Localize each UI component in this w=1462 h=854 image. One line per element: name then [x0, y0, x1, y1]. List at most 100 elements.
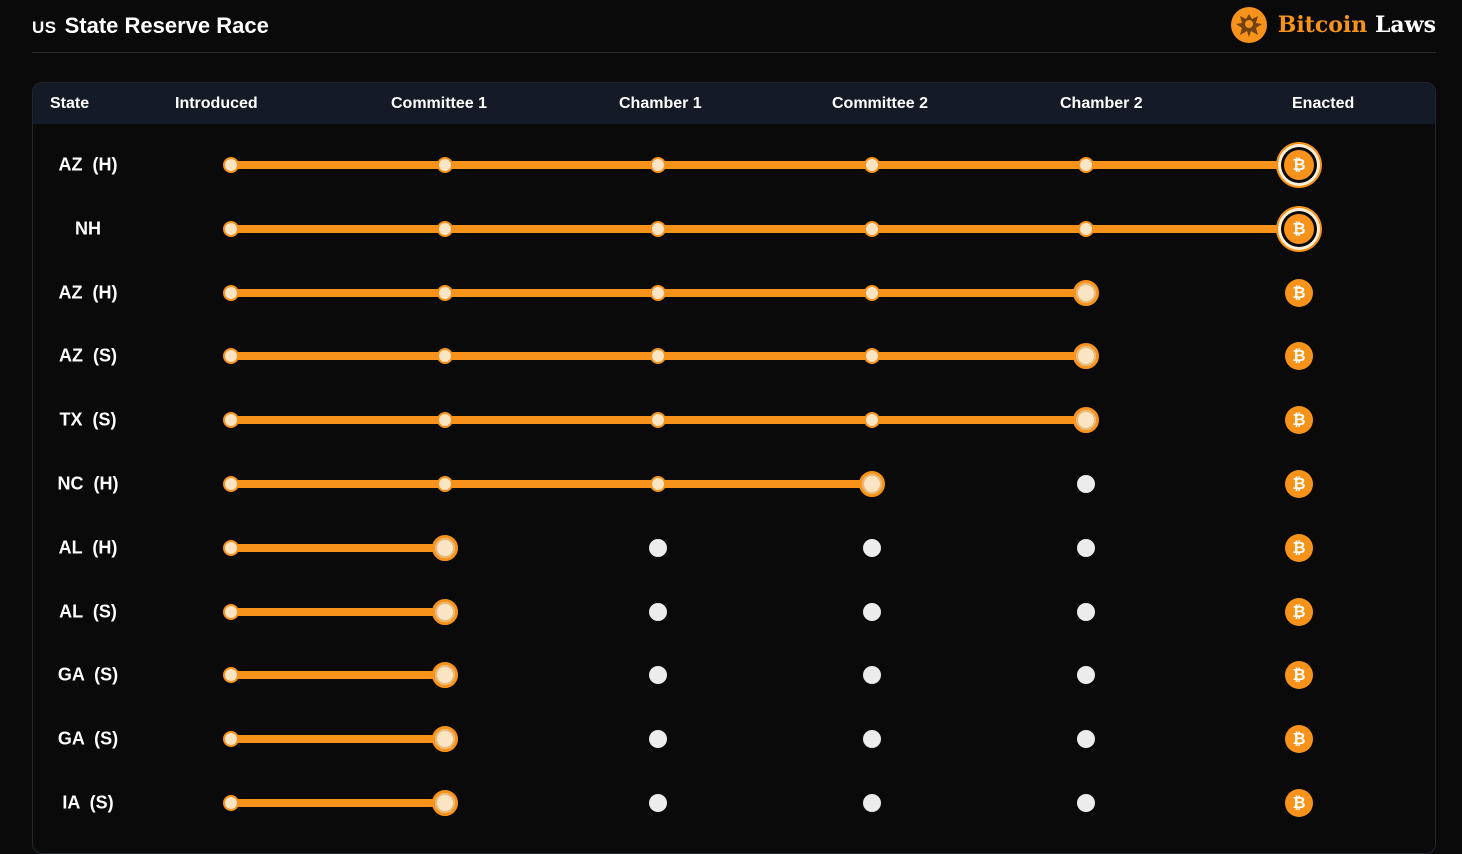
- stage-pending-dot: [649, 730, 667, 749]
- table-row[interactable]: GA (S) ₿: [33, 83, 1435, 853]
- stage-pending-dot: [649, 794, 667, 812]
- stage-pending-dot: [863, 730, 881, 749]
- stage-complete-dot: [650, 476, 666, 492]
- stage-complete-dot: [650, 412, 666, 429]
- bitcoin-icon: ₿: [1284, 150, 1314, 180]
- progress-track: [231, 224, 1299, 233]
- table-row[interactable]: AZ (S) ₿: [33, 83, 1435, 853]
- logo-word-bitcoin: Bitcoin: [1277, 12, 1368, 38]
- eagle-emblem-icon: [1230, 7, 1267, 43]
- logo-wordmark: Bitcoin Laws: [1278, 12, 1436, 38]
- table-row[interactable]: AZ (H) ₿: [33, 83, 1435, 853]
- progress-track: [231, 671, 445, 680]
- stage-pending-dot: [863, 602, 881, 621]
- top-bar: US State Reserve Race Bitcoin Laws: [32, 0, 1436, 53]
- table-row[interactable]: AL (H) ₿: [33, 83, 1435, 853]
- progress-track: [231, 416, 1086, 425]
- state-label: AZ (S): [59, 345, 117, 366]
- stage-current-dot: [432, 534, 458, 561]
- stage-complete-dot: [223, 348, 239, 365]
- table-row[interactable]: NH ₿: [33, 83, 1435, 853]
- state-label: AZ (H): [58, 154, 118, 175]
- stage-pending-dot: [649, 666, 667, 685]
- stage-pending-dot: [863, 666, 881, 685]
- stage-current-dot: [1073, 407, 1099, 434]
- stage-complete-dot: [1078, 157, 1094, 173]
- stage-complete-dot: [1078, 220, 1094, 237]
- stage-current-dot: [432, 790, 458, 816]
- stage-complete-dot: [223, 603, 239, 620]
- stage-complete-dot: [864, 412, 880, 429]
- stage-complete-dot: [437, 284, 453, 301]
- stage-current-dot: [432, 726, 458, 753]
- stage-pending-dot: [863, 794, 881, 812]
- stage-pending-dot: [1077, 730, 1095, 749]
- progress-track: [231, 735, 445, 744]
- state-label: TX (S): [59, 409, 117, 430]
- stage-complete-dot: [223, 284, 239, 301]
- progress-track: [231, 480, 872, 488]
- progress-table: State Introduced Committee 1 Chamber 1 C…: [32, 82, 1436, 854]
- state-label: GA (S): [57, 664, 119, 685]
- state-label: AZ (H): [58, 282, 118, 303]
- bitcoin-icon: ₿: [1285, 725, 1313, 754]
- stage-pending-dot: [863, 538, 881, 557]
- progress-track: [231, 543, 445, 552]
- bitcoin-icon: ₿: [1285, 789, 1313, 817]
- bitcoin-icon: ₿: [1285, 597, 1313, 626]
- stage-current-dot: [432, 662, 458, 689]
- stage-pending-dot: [1077, 538, 1095, 557]
- bitcoin-icon: ₿: [1285, 533, 1313, 562]
- table-row[interactable]: NC (H) ₿: [33, 83, 1435, 853]
- stage-complete-dot: [223, 731, 239, 748]
- stage-pending-dot: [1077, 475, 1095, 493]
- stage-current-dot: [859, 471, 885, 497]
- table-row[interactable]: AL (S) ₿: [33, 83, 1435, 853]
- state-label: NH: [75, 218, 101, 239]
- table-row[interactable]: AZ (H) ₿: [33, 83, 1435, 853]
- progress-track: [231, 161, 1299, 169]
- stage-complete-dot: [650, 284, 666, 301]
- stage-complete-dot: [437, 476, 453, 492]
- table-body: AZ (H) ₿ NH ₿ AZ (H) ₿ AZ (S) ₿ TX (S) ₿ NC (H) ₿ AL…: [33, 83, 1435, 853]
- stage-pending-dot: [1077, 666, 1095, 685]
- stage-current-dot: [432, 598, 458, 625]
- bitcoin-icon: ₿: [1284, 213, 1314, 244]
- stage-complete-dot: [223, 476, 239, 492]
- stage-complete-dot: [223, 667, 239, 684]
- bitcoin-icon: ₿: [1285, 470, 1313, 498]
- stage-complete-dot: [437, 412, 453, 429]
- state-label: AL (H): [58, 537, 118, 558]
- stage-complete-dot: [437, 220, 453, 237]
- country-code: US: [32, 17, 57, 37]
- stage-pending-dot: [1077, 794, 1095, 812]
- stage-complete-dot: [437, 157, 453, 173]
- stage-pending-dot: [649, 538, 667, 557]
- stage-complete-dot: [223, 157, 239, 173]
- stage-pending-dot: [649, 602, 667, 621]
- state-label: GA (S): [57, 728, 119, 749]
- stage-current-dot: [1073, 279, 1099, 306]
- bitcoin-icon: ₿: [1285, 278, 1313, 307]
- progress-track: [231, 288, 1086, 297]
- page-title: US State Reserve Race: [32, 12, 269, 40]
- stage-complete-dot: [223, 795, 239, 811]
- stage-pending-dot: [1077, 602, 1095, 621]
- state-label: NC (H): [57, 473, 119, 494]
- stage-complete-dot: [223, 220, 239, 237]
- bitcoin-laws-logo[interactable]: Bitcoin Laws: [1230, 6, 1436, 44]
- bitcoin-icon: ₿: [1285, 406, 1313, 435]
- bitcoin-icon: ₿: [1285, 661, 1313, 690]
- stage-complete-dot: [223, 412, 239, 429]
- stage-complete-dot: [437, 348, 453, 365]
- state-label: AL (S): [59, 601, 117, 622]
- progress-track: [231, 352, 1086, 361]
- table-row[interactable]: IA (S) ₿: [33, 83, 1435, 853]
- table-row[interactable]: TX (S) ₿: [33, 83, 1435, 853]
- logo-word-laws: Laws: [1374, 12, 1436, 38]
- progress-track: [231, 607, 445, 616]
- table-row[interactable]: GA (S) ₿: [33, 83, 1435, 853]
- stage-complete-dot: [864, 348, 880, 365]
- state-label: IA (S): [62, 792, 114, 813]
- progress-track: [231, 799, 445, 807]
